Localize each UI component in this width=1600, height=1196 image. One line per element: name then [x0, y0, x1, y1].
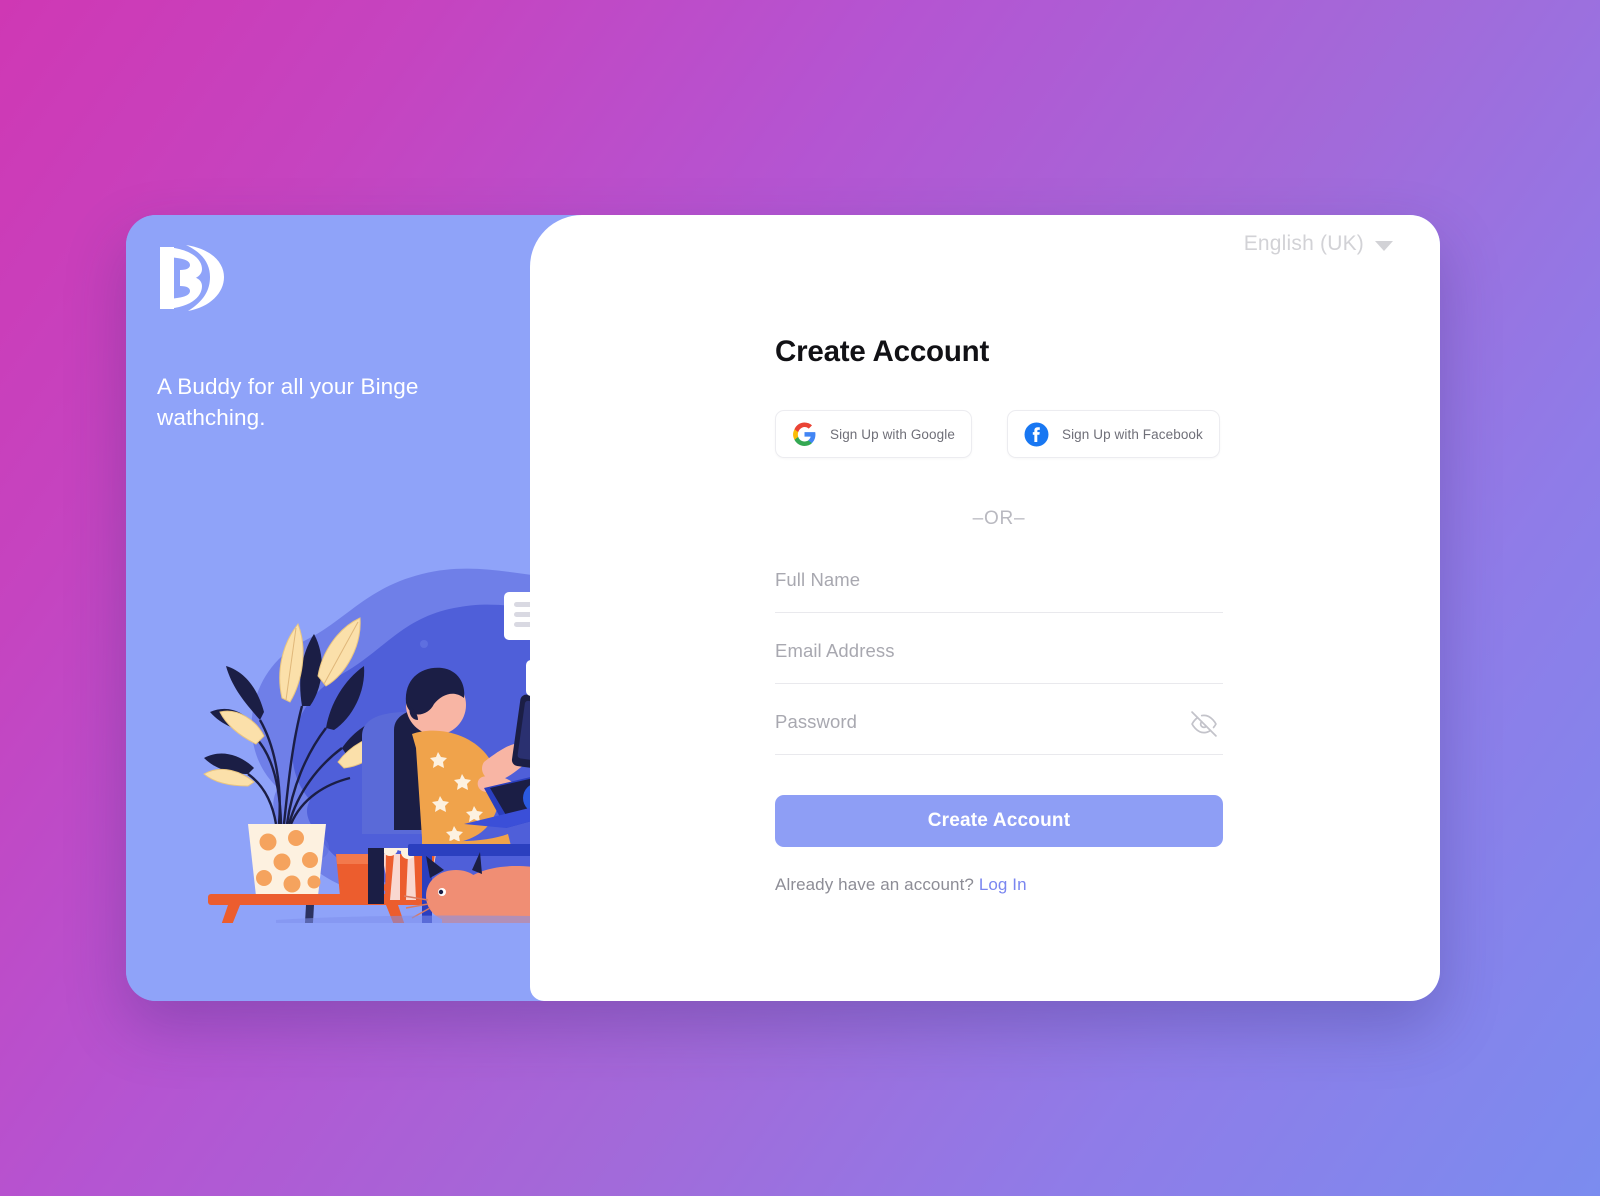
input-fields — [775, 569, 1223, 755]
laptop — [464, 777, 530, 828]
google-icon — [793, 422, 816, 446]
chevron-down-icon — [1375, 240, 1393, 251]
sign-up-with-google-button[interactable]: Sign Up with Google — [775, 410, 972, 458]
page-title: Create Account — [775, 335, 990, 368]
email-input[interactable] — [775, 640, 1223, 662]
password-input[interactable] — [775, 711, 1223, 733]
language-selector[interactable]: English (UK) — [1244, 232, 1393, 256]
eye-off-icon — [1191, 711, 1217, 737]
or-divider: –OR– — [972, 508, 1026, 529]
armchair — [362, 708, 440, 848]
toggle-password-visibility-button[interactable] — [1191, 711, 1217, 737]
binge-watching-couple-illustration — [203, 568, 530, 923]
mug — [336, 854, 398, 896]
auth-card: A Buddy for all your Binge wathching. En… — [126, 215, 1440, 1001]
email-field[interactable] — [775, 640, 1223, 684]
brand-tagline: A Buddy for all your Binge wathching. — [157, 374, 419, 431]
facebook-icon — [1024, 422, 1049, 446]
log-in-link[interactable]: Log In — [979, 875, 1027, 894]
full-name-input[interactable] — [775, 569, 1223, 591]
login-prompt: Already have an account? Log In — [775, 875, 1223, 895]
sign-up-with-facebook-button[interactable]: Sign Up with Facebook — [1006, 410, 1220, 458]
signup-form: Create Account Sign Up with Google Sign … — [775, 335, 1223, 895]
full-name-field[interactable] — [775, 569, 1223, 613]
signup-panel: English (UK) Create Account Sign Up with… — [530, 215, 1440, 1001]
potted-plant — [203, 617, 396, 896]
speech-bubble-text — [504, 592, 530, 640]
cat — [403, 852, 530, 923]
social-signup-row: Sign Up with Google Sign Up with Faceboo… — [775, 410, 1223, 458]
desk — [408, 844, 530, 923]
brand-panel: A Buddy for all your Binge wathching. — [126, 215, 530, 1001]
language-selected-label: English (UK) — [1243, 232, 1364, 255]
google-button-label: Sign Up with Google — [830, 426, 955, 442]
person-with-laptop — [477, 775, 530, 813]
password-field[interactable] — [775, 711, 1223, 755]
person-with-phone — [405, 667, 530, 850]
popcorn — [368, 833, 436, 904]
double-crescent-b-logo — [160, 245, 224, 311]
facebook-button-label: Sign Up with Facebook — [1061, 426, 1203, 442]
create-account-button[interactable]: Create Account — [775, 795, 1223, 847]
side-table — [208, 894, 428, 923]
laptop-play-button — [523, 785, 530, 811]
login-prompt-text: Already have an account? — [775, 875, 974, 894]
